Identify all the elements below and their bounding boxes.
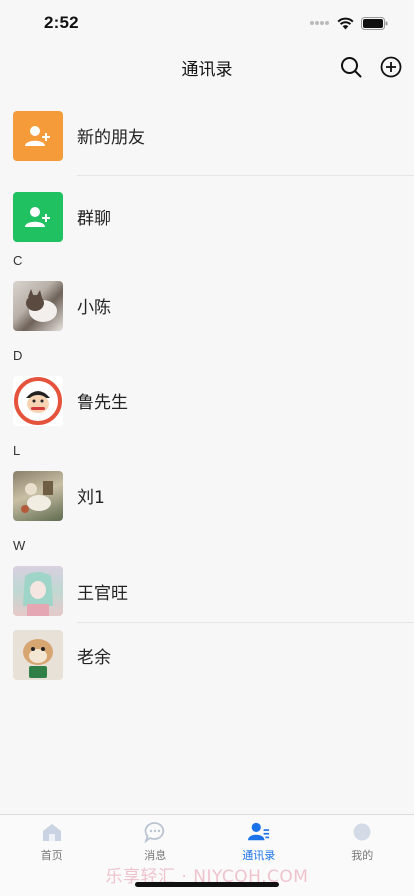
contact-avatar (13, 566, 63, 616)
contact-name: 老余 (77, 647, 111, 668)
contact-row[interactable]: 小陈 (0, 274, 414, 337)
new-friends-avatar (13, 110, 63, 161)
battery-icon (361, 16, 388, 30)
tab-label: 消息 (144, 849, 167, 862)
contact-avatar (13, 470, 63, 521)
wifi-icon (337, 17, 354, 29)
contact-avatar (13, 375, 63, 426)
group-chat-row[interactable]: 群聊 (0, 185, 414, 248)
contact-avatar (13, 280, 63, 331)
cat-photo-icon (23, 639, 53, 678)
illustration-icon (21, 480, 53, 513)
contacts-icon (247, 822, 269, 841)
tab-label: 我的 (351, 849, 374, 862)
contact-row[interactable]: 老余 (0, 623, 414, 687)
contact-row[interactable]: 鲁先生 (0, 369, 414, 432)
contact-name: 鲁先生 (77, 393, 128, 413)
new-friends-label: 新的朋友 (77, 128, 145, 148)
section-letter-l: L (13, 443, 21, 458)
add-user-icon (25, 125, 50, 146)
group-chat-avatar (13, 191, 63, 242)
tab-label: 通讯录 (242, 849, 276, 862)
tab-label: 首页 (40, 849, 63, 862)
contact-name: 刘1 (77, 488, 105, 508)
add-button[interactable] (378, 54, 404, 80)
status-bar: 2:52 (0, 0, 414, 46)
profile-icon (353, 823, 371, 841)
signal-icon (310, 21, 329, 25)
status-time: 2:52 (44, 13, 79, 32)
contact-list: 新的朋友 群聊 C 小陈 D 鲁先生 L 刘1 W 王官旺 老余 (0, 96, 414, 687)
plus-circle-icon (380, 56, 402, 78)
divider (77, 175, 414, 176)
search-button[interactable] (338, 54, 364, 80)
cartoon-face-icon (14, 376, 62, 425)
new-friends-row[interactable]: 新的朋友 (0, 104, 414, 176)
home-indicator (135, 882, 279, 887)
section-letter-c: C (13, 253, 23, 268)
contact-name: 小陈 (77, 298, 111, 318)
add-user-icon (25, 206, 50, 227)
nav-bar: 通讯录 (0, 46, 414, 88)
status-icons (310, 16, 388, 30)
home-icon (42, 824, 61, 841)
search-icon (341, 57, 362, 78)
contact-avatar (13, 630, 63, 680)
section-letter-w: W (13, 538, 26, 553)
group-chat-label: 群聊 (77, 209, 111, 229)
chat-bubble-icon (144, 822, 165, 843)
cat-photo-icon (26, 288, 57, 322)
contact-row[interactable]: 刘1 (0, 464, 414, 527)
contact-row[interactable]: 王官旺 (0, 559, 414, 623)
page-title: 通讯录 (181, 59, 233, 80)
section-letter-d: D (13, 348, 23, 363)
contact-name: 王官旺 (77, 583, 128, 604)
anime-character-icon (23, 572, 53, 616)
